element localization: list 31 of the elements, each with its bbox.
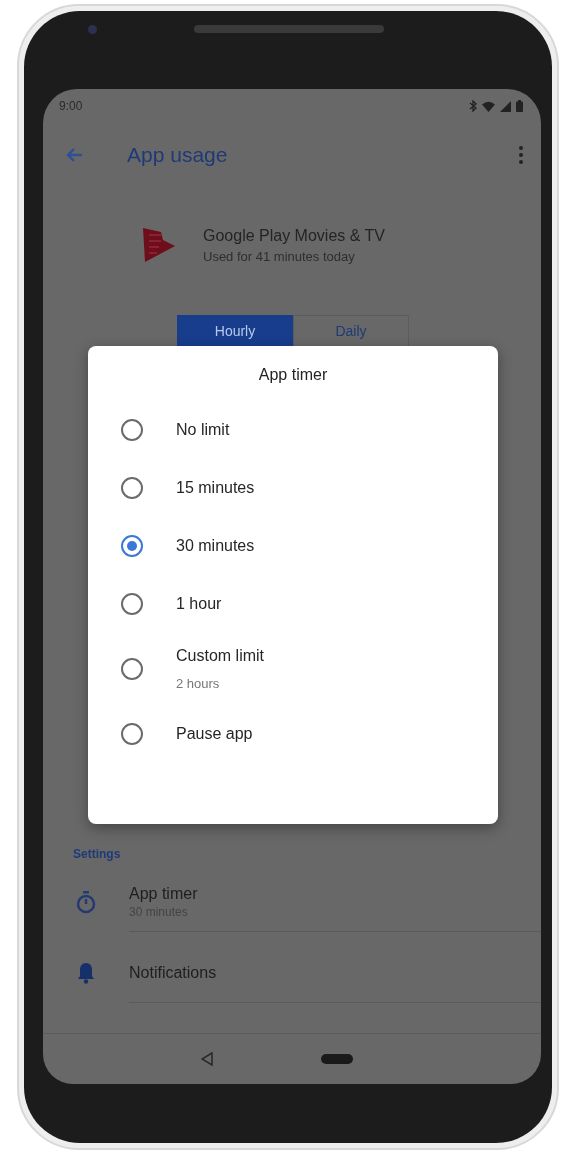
option-label[interactable]: 15 minutes	[176, 479, 255, 497]
option-label[interactable]: 30 minutes	[176, 537, 255, 555]
radio-button[interactable]	[120, 592, 144, 616]
option-label[interactable]: Custom limit	[176, 647, 264, 665]
signal-icon	[500, 100, 511, 112]
option-label[interactable]: 1 hour	[176, 595, 222, 613]
play-movies-logo-icon	[141, 226, 177, 264]
camera-lens	[88, 25, 97, 34]
section-heading: Settings	[73, 847, 122, 861]
usage-summary: Used for 41 minutes today	[203, 248, 356, 264]
screen-title: App usage	[127, 143, 229, 167]
option-label[interactable]: Pause app	[176, 725, 253, 743]
radio-button[interactable]	[120, 476, 144, 500]
home-pill[interactable]	[321, 1054, 353, 1064]
bluetooth-icon	[469, 100, 477, 112]
stopwatch-icon	[75, 890, 97, 914]
radio-button[interactable]	[120, 534, 144, 558]
tab[interactable]: Hourly	[177, 315, 293, 347]
radio-button[interactable]	[120, 722, 144, 746]
radio-button[interactable]	[120, 657, 144, 681]
dialog-title: App timer	[257, 366, 329, 384]
wifi-icon	[482, 100, 495, 112]
option-label[interactable]: No limit	[176, 421, 230, 439]
option-detail: 2 hours	[176, 676, 221, 691]
bell-icon	[76, 962, 96, 984]
back-triangle-icon[interactable]	[201, 1052, 213, 1066]
more-options-icon[interactable]	[519, 146, 523, 164]
radio-button[interactable]	[120, 418, 144, 442]
status-time: 9:00	[59, 99, 83, 113]
battery-icon	[516, 100, 523, 112]
app-name: Google Play Movies & TV	[203, 226, 385, 245]
